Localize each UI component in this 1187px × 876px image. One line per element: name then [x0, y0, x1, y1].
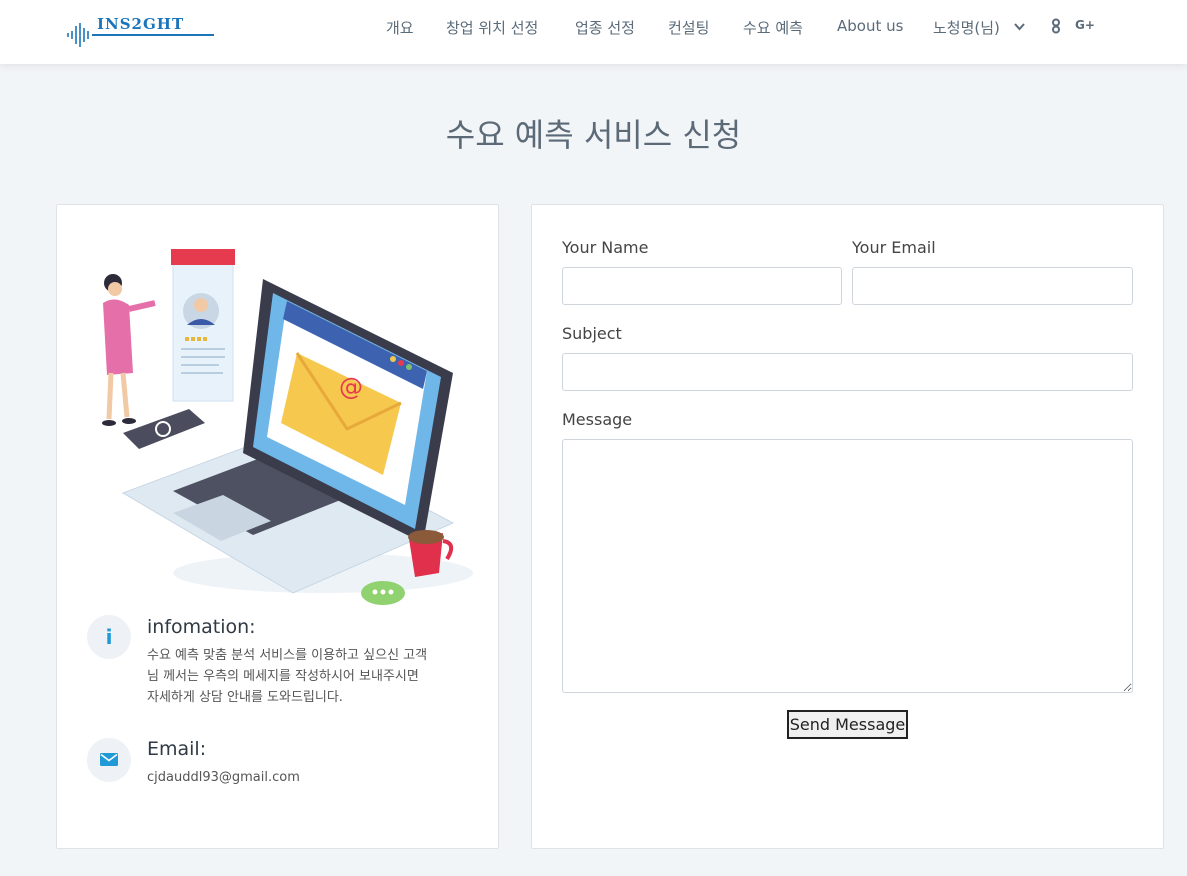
- info-card: @ i infomation: 수요 예측 맞춤 분석 서비스를 이용하고 싶으…: [56, 204, 499, 849]
- info-text: 수요 예측 맞춤 분석 서비스를 이용하고 싶으신 고객 님 께서는 우측의 메…: [147, 645, 427, 708]
- subject-input[interactable]: [562, 353, 1133, 391]
- your-email-label: Your Email: [852, 238, 936, 257]
- message-textarea[interactable]: [562, 439, 1133, 693]
- subject-label: Subject: [562, 324, 622, 343]
- sound-wave-icon: [67, 23, 89, 47]
- info-text-line: 님 께서는 우측의 메세지를 작성하시어 보내주시면: [147, 669, 419, 684]
- nav-item-demand-forecast[interactable]: 수요 예측: [743, 17, 803, 38]
- send-message-button[interactable]: Send Message: [787, 710, 908, 739]
- email-input[interactable]: [852, 267, 1133, 305]
- chevron-down-icon[interactable]: [1014, 23, 1025, 31]
- email-address[interactable]: cjdauddl93@gmail.com: [147, 767, 300, 788]
- info-text-line: 자세하게 상담 안내를 도와드립니다.: [147, 690, 343, 705]
- info-icon: i: [87, 615, 131, 659]
- your-name-label: Your Name: [562, 238, 649, 257]
- logo-underline: [92, 34, 214, 36]
- nav-item-overview[interactable]: 개요: [386, 17, 414, 38]
- nav-item-consulting[interactable]: 컨설팅: [668, 17, 709, 38]
- name-input[interactable]: [562, 267, 842, 305]
- page-title: 수요 예측 서비스 신청: [445, 116, 742, 154]
- nav-item-about-us[interactable]: About us: [837, 17, 903, 35]
- nav-item-industry[interactable]: 업종 선정: [575, 17, 635, 38]
- brand-logo[interactable]: INS2GHT: [66, 14, 218, 52]
- info-title: infomation:: [147, 616, 256, 638]
- google-plus-icon[interactable]: G+: [1075, 18, 1095, 32]
- contact-illustration: @: [102, 249, 473, 605]
- nav-item-user-menu[interactable]: 노청명(님): [933, 17, 1000, 38]
- top-navbar: INS2GHT 개요 창업 위치 선정 업종 선정 컨설팅 수요 예측 Abou…: [0, 0, 1187, 64]
- nav-item-location[interactable]: 창업 위치 선정: [446, 17, 538, 38]
- svg-text:@: @: [339, 373, 363, 401]
- contact-form-card: Your Name Your Email Subject Message Sen…: [531, 204, 1164, 849]
- message-label: Message: [562, 410, 633, 429]
- github-icon[interactable]: [1050, 18, 1062, 34]
- info-text-line: 수요 예측 맞춤 분석 서비스를 이용하고 싶으신 고객: [147, 648, 428, 663]
- mail-icon: [87, 738, 131, 782]
- email-title: Email:: [147, 738, 207, 760]
- brand-name: INS2GHT: [97, 15, 185, 33]
